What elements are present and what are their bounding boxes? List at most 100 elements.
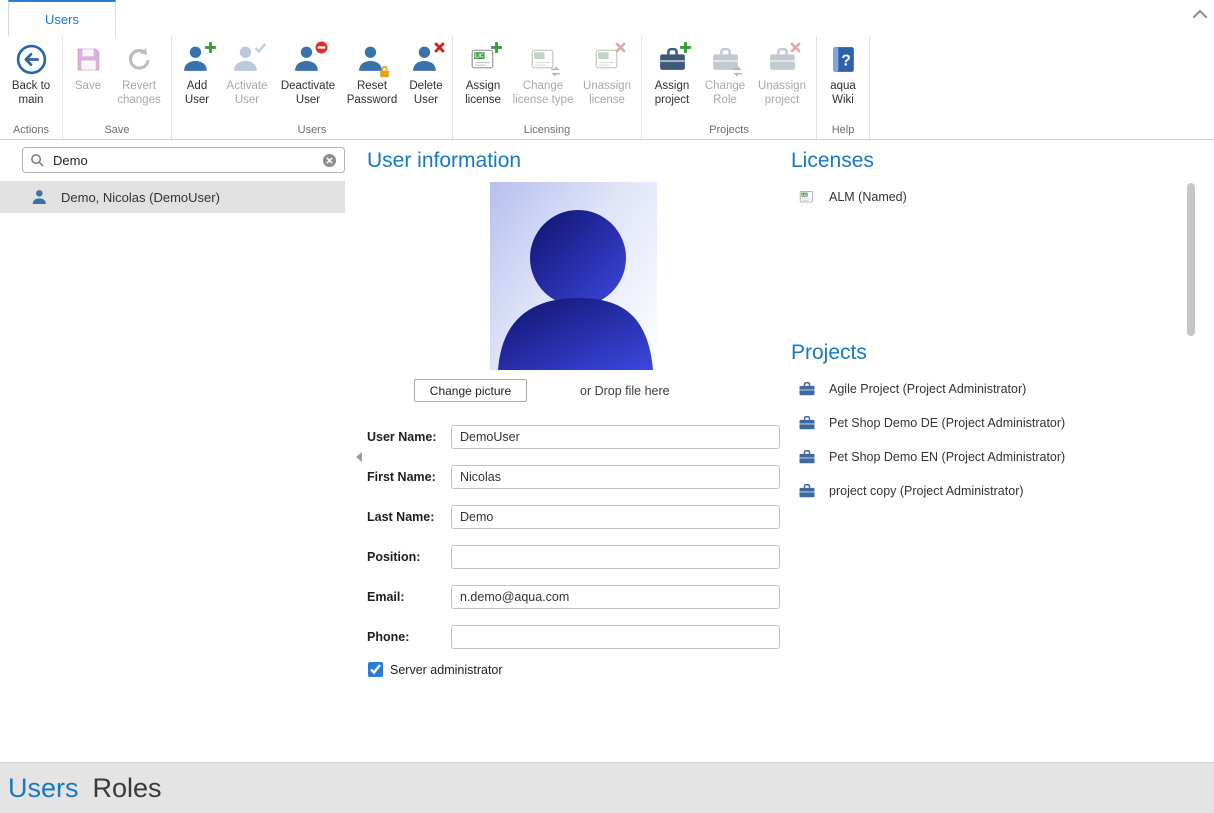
plus-badge-icon (679, 41, 692, 54)
ribbon-group-users: Add User Activate User Deactivate User (172, 36, 453, 139)
aqua-wiki-button[interactable]: ? aqua Wiki (820, 36, 866, 107)
save-icon (72, 43, 105, 76)
project-item-label: Agile Project (Project Administrator) (829, 382, 1026, 396)
phone-label: Phone: (367, 630, 451, 644)
swap-badge-icon (731, 65, 744, 78)
tab-users[interactable]: Users (8, 0, 116, 36)
license-list: LIC ALM (Named) (797, 187, 907, 207)
project-item[interactable]: Pet Shop Demo DE (Project Administrator) (797, 413, 1065, 433)
email-label: Email: (367, 590, 451, 604)
unassign-project-icon (766, 43, 799, 76)
ribbon-group-save: Save Revert changes Save (63, 36, 172, 139)
footer-tab-bar: Users Roles (0, 762, 1214, 813)
ribbon-tabstrip: Users (0, 0, 1214, 36)
briefcase-icon (797, 413, 817, 433)
project-item[interactable]: Agile Project (Project Administrator) (797, 379, 1065, 399)
activate-user-button: Activate User (219, 36, 275, 107)
user-name-field[interactable] (451, 425, 780, 449)
plus-badge-icon (204, 41, 217, 54)
briefcase-icon (797, 447, 817, 467)
chevron-up-icon (1192, 9, 1208, 20)
first-name-field[interactable] (451, 465, 780, 489)
reset-password-button[interactable]: Reset Password (341, 36, 403, 107)
button-label: Assign license (458, 80, 508, 107)
avatar[interactable] (490, 182, 657, 370)
ribbon-group-help: ? aqua Wiki Help (817, 36, 870, 139)
revert-icon (123, 43, 156, 76)
drop-file-hint: or Drop file here (580, 384, 670, 398)
plus-badge-icon (490, 41, 503, 54)
change-role-button: Change Role (699, 36, 751, 107)
ribbon-group-projects: Assign project Change Role Unassign proj… (642, 36, 817, 139)
button-label: Revert changes (112, 80, 166, 107)
user-search-box (22, 147, 345, 173)
project-item-label: Pet Shop Demo EN (Project Administrator) (829, 450, 1065, 464)
add-user-button[interactable]: Add User (175, 36, 219, 107)
last-name-field[interactable] (451, 505, 780, 529)
svg-text:?: ? (841, 53, 850, 70)
position-field[interactable] (451, 545, 780, 569)
collapse-ribbon-button[interactable] (1192, 7, 1208, 19)
group-caption-help: Help (817, 124, 869, 136)
group-caption-users: Users (172, 124, 452, 136)
group-caption-save: Save (63, 124, 171, 136)
user-list-item[interactable]: Demo, Nicolas (DemoUser) (0, 181, 345, 213)
deactivate-user-button[interactable]: Deactivate User (275, 36, 341, 107)
button-label: Change Role (701, 80, 749, 107)
group-caption-actions: Actions (0, 124, 62, 136)
ribbon: Back to main Actions Save Revert changes… (0, 36, 1214, 140)
assign-project-button[interactable]: Assign project (645, 36, 699, 107)
footer-tab-roles[interactable]: Roles (93, 773, 162, 804)
form-row: Email: (367, 584, 780, 609)
button-label: Unassign project (753, 80, 811, 107)
save-button: Save (66, 36, 110, 94)
user-information-title: User information (367, 149, 521, 173)
search-input[interactable] (51, 152, 316, 169)
change-license-type-button: Change license type (510, 36, 576, 107)
button-label: aqua Wiki (822, 80, 864, 107)
button-label: Save (75, 80, 101, 94)
change-role-icon (709, 43, 742, 76)
revert-changes-button: Revert changes (110, 36, 168, 107)
license-item-label: ALM (Named) (829, 190, 907, 204)
delete-user-button[interactable]: Delete User (403, 36, 449, 107)
project-item[interactable]: Pet Shop Demo EN (Project Administrator) (797, 447, 1065, 467)
email-field[interactable] (451, 585, 780, 609)
license-item[interactable]: LIC ALM (Named) (797, 187, 907, 207)
form-row: User Name: (367, 424, 780, 449)
add-user-icon (181, 43, 214, 76)
form-row: First Name: (367, 464, 780, 489)
project-item[interactable]: project copy (Project Administrator) (797, 481, 1065, 501)
form-row: Last Name: (367, 504, 780, 529)
licenses-title: Licenses (791, 149, 874, 173)
unassign-license-button: Unassign license (576, 36, 638, 107)
project-item-label: project copy (Project Administrator) (829, 484, 1024, 498)
assign-license-button[interactable]: LIC Assign license (456, 36, 510, 107)
server-admin-row: Server administrator (368, 662, 503, 677)
user-icon (31, 188, 50, 207)
ribbon-group-actions: Back to main Actions (0, 36, 63, 139)
assign-license-icon: LIC (467, 43, 500, 76)
footer-tab-users[interactable]: Users (8, 773, 79, 804)
change-picture-button[interactable]: Change picture (414, 379, 527, 402)
unassign-project-button: Unassign project (751, 36, 813, 107)
user-list-item-label: Demo, Nicolas (DemoUser) (61, 190, 220, 205)
position-label: Position: (367, 550, 451, 564)
vertical-scrollbar-thumb[interactable] (1187, 183, 1195, 336)
reset-password-icon (356, 43, 389, 76)
unassign-license-icon (591, 43, 624, 76)
wiki-icon: ? (827, 43, 860, 76)
x-badge-icon (433, 41, 446, 54)
x-badge-icon (789, 41, 802, 54)
user-name-label: User Name: (367, 430, 451, 444)
phone-field[interactable] (451, 625, 780, 649)
project-list: Agile Project (Project Administrator) Pe… (797, 379, 1065, 501)
license-icon: LIC (797, 187, 817, 207)
clear-search-icon[interactable] (322, 153, 337, 168)
check-badge-icon (254, 41, 267, 54)
change-license-type-icon (527, 43, 560, 76)
server-admin-checkbox[interactable] (368, 662, 383, 677)
tab-users-label: Users (45, 12, 79, 27)
back-to-main-button[interactable]: Back to main (3, 36, 59, 107)
collapse-panel-arrow-icon[interactable] (356, 452, 362, 462)
